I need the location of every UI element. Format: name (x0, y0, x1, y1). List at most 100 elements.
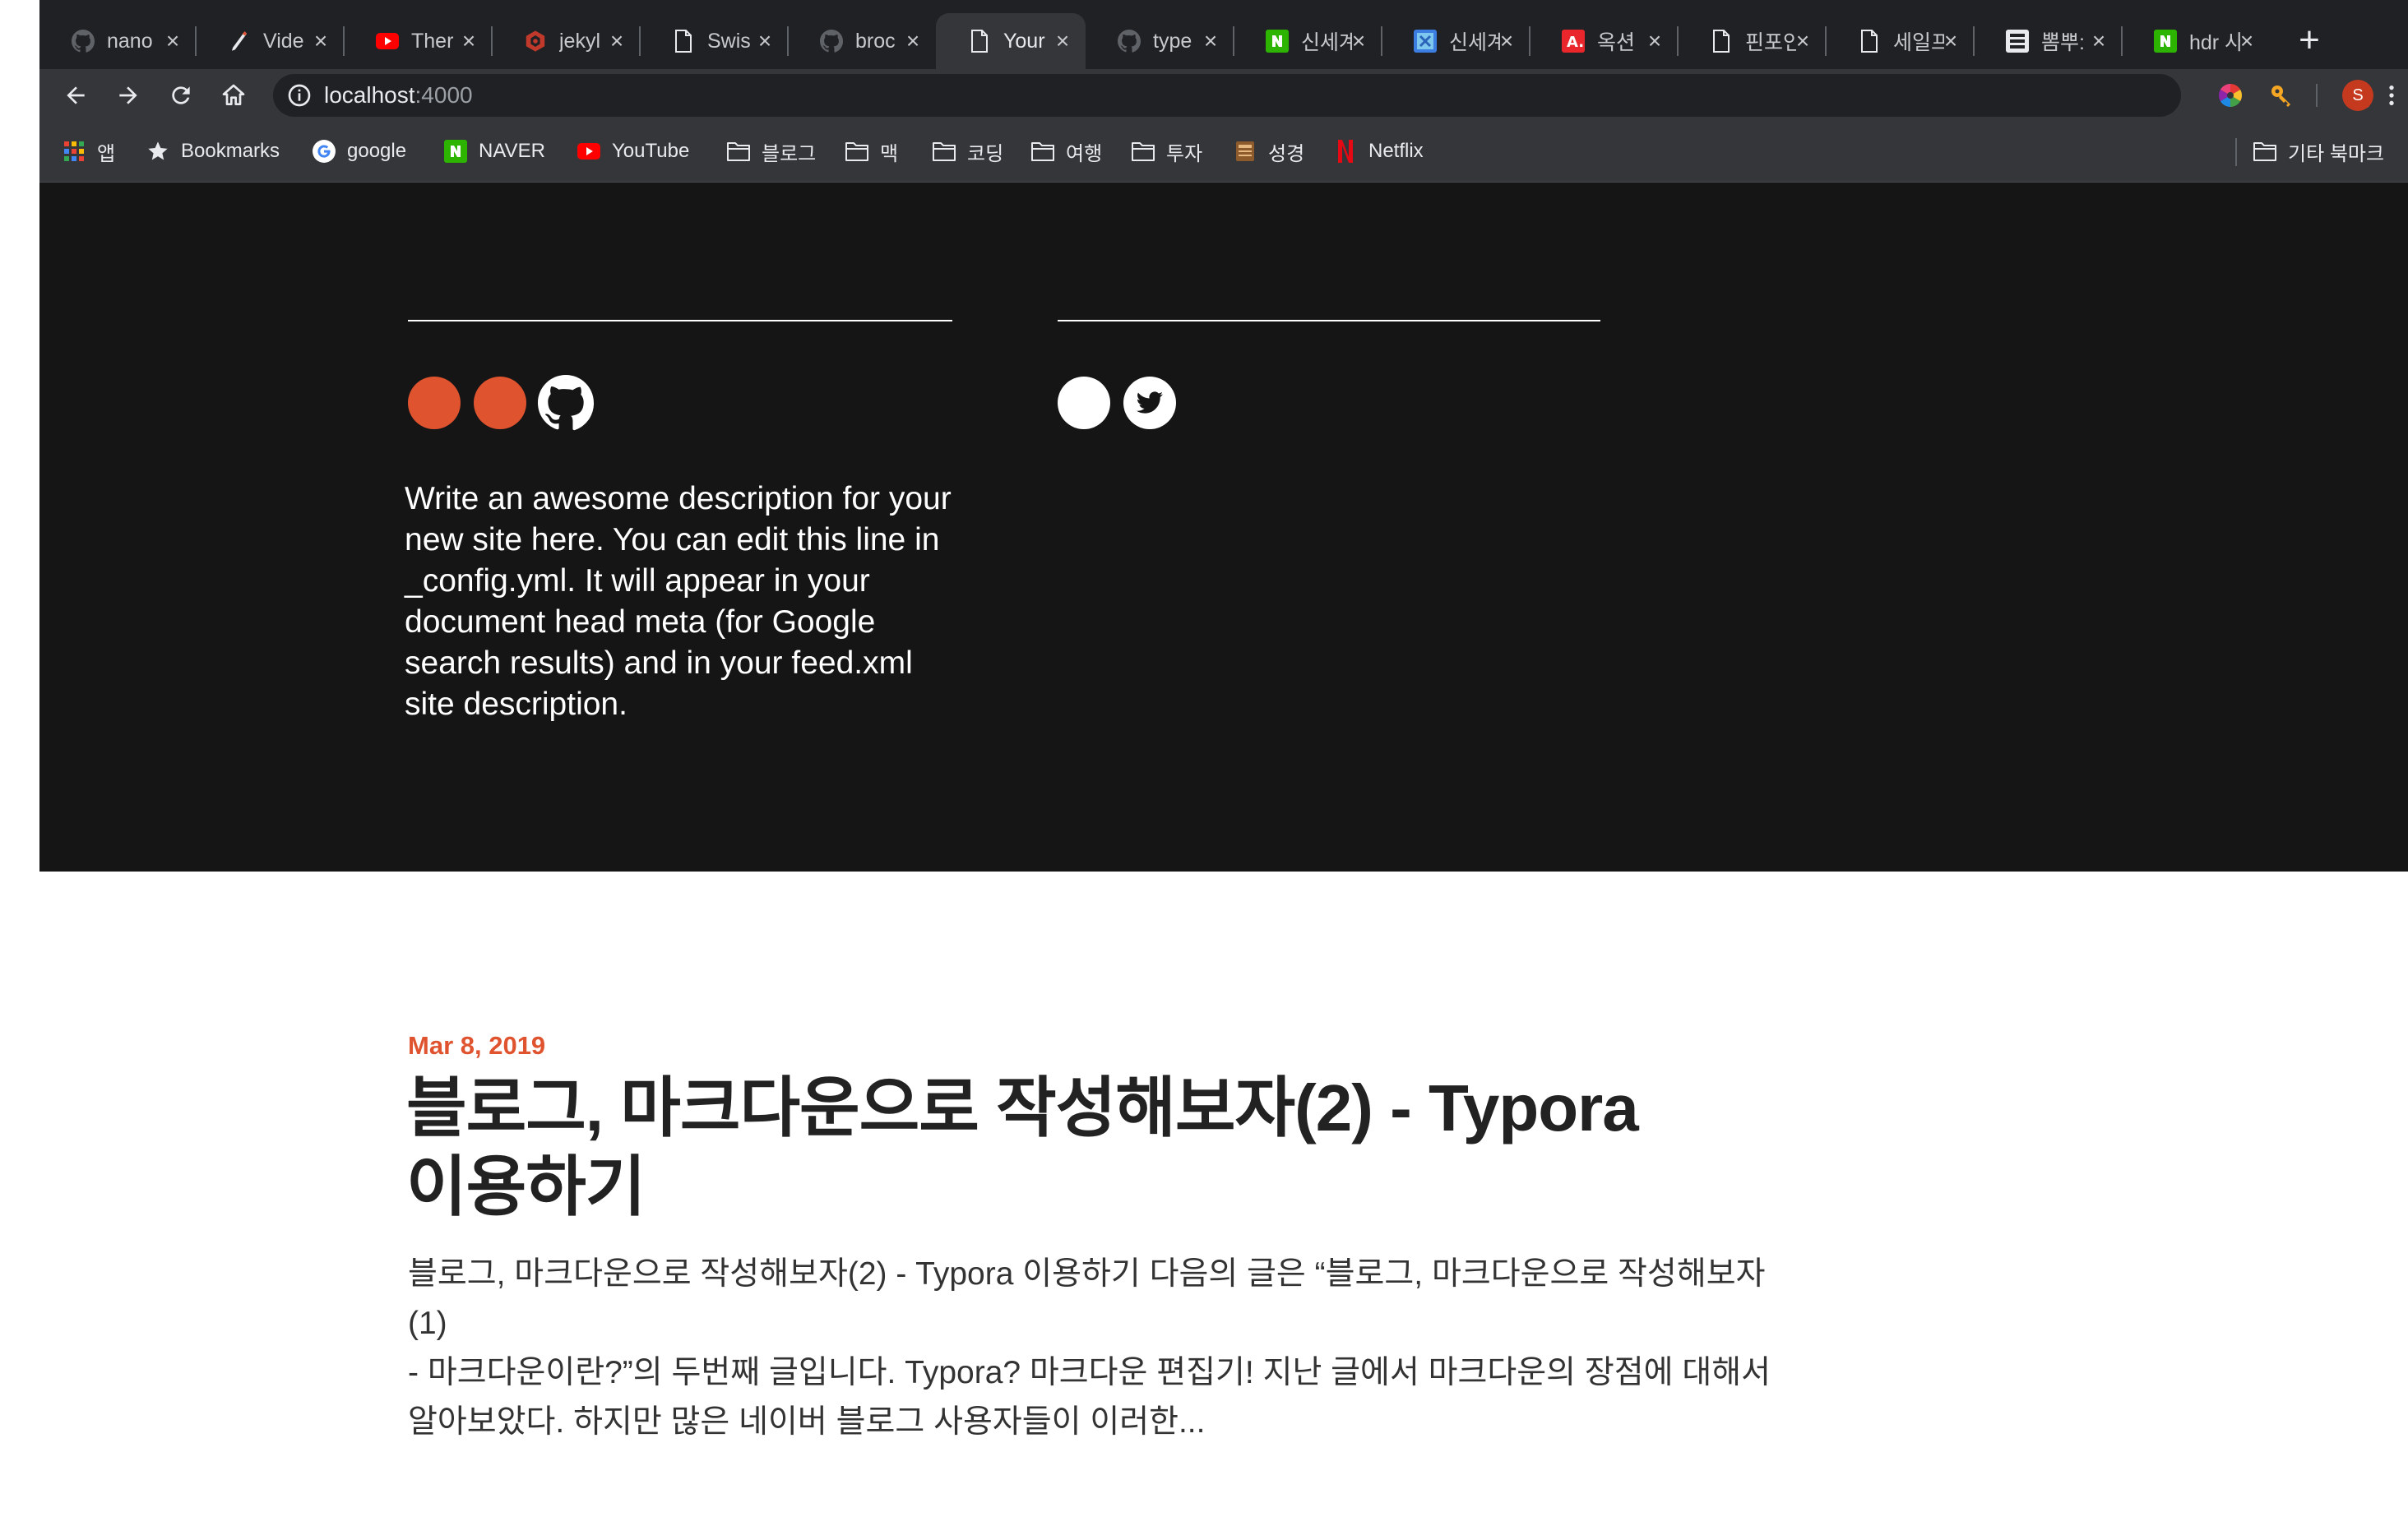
tab[interactable]: 신세계 × (1234, 13, 1382, 69)
url-port: :4000 (414, 82, 473, 108)
tab[interactable]: 신세계 × (1382, 13, 1530, 69)
jekyll-icon (523, 29, 548, 53)
tab-title: 뽐뿌: (2041, 31, 2085, 54)
header-rule-right (1058, 320, 1600, 321)
tab-title: 옥션 (1597, 31, 1636, 54)
bookmark-apps[interactable]: 앱 (61, 136, 115, 166)
menu-button[interactable] (2372, 76, 2408, 115)
close-icon[interactable]: × (1049, 28, 1076, 54)
bookmark-google[interactable]: google (311, 136, 406, 166)
home-button[interactable] (214, 76, 253, 115)
close-icon[interactable]: × (1493, 28, 1520, 54)
twitter-icon[interactable] (1123, 377, 1176, 429)
tab-active[interactable]: Your × (936, 13, 1086, 69)
tab[interactable]: nano × (39, 13, 197, 69)
close-icon[interactable]: × (160, 28, 186, 54)
tab[interactable]: Ther × (344, 13, 493, 69)
post-title[interactable]: 블로그, 마크다운으로 작성해보자(2) - Typora 이용하기 (406, 1069, 1722, 1227)
bookmark-folder-travel[interactable]: 여행 (1030, 136, 1102, 166)
close-icon[interactable]: × (900, 28, 926, 54)
tab-title: type (1153, 29, 1192, 53)
close-icon[interactable]: × (456, 28, 482, 54)
tab[interactable]: Vide × (196, 13, 345, 69)
url-host: localhost (324, 82, 415, 108)
address-bar[interactable]: localhost:4000 (273, 74, 2373, 117)
tab-title: broc (855, 29, 896, 53)
tab[interactable]: hdr 사 × (2122, 13, 2270, 69)
tab[interactable]: A. 옥션 × (1530, 13, 1679, 69)
color-extension-button[interactable] (2211, 76, 2250, 115)
bookmark-netflix[interactable]: Netflix (1332, 136, 1424, 166)
naver-icon (1265, 29, 1290, 53)
naver-icon (442, 138, 469, 164)
post-title-line[interactable]: 이용하기 (406, 1148, 1722, 1227)
site-description: Write an awesome description for your ne… (405, 481, 952, 722)
kebab-menu-icon (2389, 86, 2394, 105)
tab[interactable]: Swis × (640, 13, 789, 69)
tab[interactable]: 핀포인 × (1678, 13, 1827, 69)
site-header: Write an awesome description for your ne… (39, 183, 2408, 872)
folder-icon (1030, 138, 1056, 164)
github-icon (1117, 29, 1141, 53)
bookmark-folder-mac[interactable]: 맥 (844, 136, 898, 166)
close-icon[interactable]: × (1197, 28, 1224, 54)
social-link-icon[interactable] (408, 377, 461, 429)
close-icon[interactable]: × (1642, 28, 1668, 54)
netflix-icon (1332, 138, 1359, 164)
key-extension-button[interactable] (2262, 76, 2301, 115)
close-icon[interactable]: × (1790, 28, 1816, 54)
youtube-icon (375, 29, 400, 53)
bookmarks-bar: 앱 Bookmarks google NAVER YouTube 블로그 맥 코… (39, 122, 2408, 183)
bookmark-folder-invest[interactable]: 투자 (1130, 136, 1202, 166)
new-tab-button[interactable]: + (2289, 21, 2330, 62)
close-icon[interactable]: × (1938, 28, 1964, 54)
tab-title: Ther (411, 29, 454, 53)
apps-grid-icon (61, 138, 87, 164)
social-link-icon[interactable] (474, 377, 526, 429)
bookmarks-divider (2235, 138, 2237, 166)
bookmark-naver[interactable]: NAVER (442, 136, 545, 166)
close-icon[interactable]: × (308, 28, 334, 54)
bookmark-label: 앱 (97, 142, 116, 165)
bookmark-folder-blog[interactable]: 블로그 (725, 136, 816, 166)
social-link-icon[interactable] (1058, 377, 1110, 429)
tab-title: Vide (263, 29, 304, 53)
folder-icon (2252, 138, 2278, 164)
close-icon[interactable]: × (2086, 28, 2112, 54)
post-excerpt-line: - 마크다운이란?”의 두번째 글입니다. Typora? 마크다운 편집기! … (408, 1355, 1771, 1390)
bookmark-label: Bookmarks (181, 140, 280, 162)
forward-arrow-icon (119, 86, 137, 104)
toolbar-divider (2316, 84, 2318, 107)
url-text: localhost:4000 (324, 82, 473, 109)
tab-strip: nano × Vide × Ther × jekyl × Swis × broc… (39, 0, 2408, 69)
bookmark-folder-coding[interactable]: 코딩 (931, 136, 1003, 166)
other-bookmarks[interactable]: 기타 북마크 (2252, 136, 2384, 166)
close-icon[interactable]: × (2234, 28, 2260, 54)
ppomppu-icon (2005, 29, 2030, 53)
bookmark-bookmarks[interactable]: Bookmarks (145, 136, 280, 166)
reload-button[interactable] (161, 76, 201, 115)
back-button[interactable] (56, 76, 95, 115)
bookmark-label: Netflix (1368, 140, 1424, 162)
bookmark-youtube[interactable]: YouTube (576, 136, 689, 166)
svg-text:A.: A. (1567, 34, 1584, 51)
tab[interactable]: 뽐뿌: × (1974, 13, 2123, 69)
close-icon[interactable]: × (604, 28, 630, 54)
post-title-line[interactable]: 블로그, 마크다운으로 작성해보자(2) - Typora (406, 1069, 1722, 1148)
bookmark-bible[interactable]: 성경 (1232, 136, 1304, 166)
github-icon[interactable] (538, 375, 595, 431)
tab[interactable]: jekyl × (492, 13, 641, 69)
bookmark-label: 코딩 (967, 142, 1004, 165)
tab-title: jekyl (559, 29, 601, 53)
close-icon[interactable]: × (1345, 28, 1372, 54)
tab[interactable]: broc × (788, 13, 936, 69)
browser-chrome: nano × Vide × Ther × jekyl × Swis × broc… (39, 0, 2408, 183)
forward-button[interactable] (109, 76, 148, 115)
post-excerpt: 블로그, 마크다운으로 작성해보자(2) - Typora 이용하기 다음의 글… (408, 1250, 1790, 1447)
tab-title: 세일프 (1893, 31, 1944, 54)
tab[interactable]: 세일프 × (1826, 13, 1975, 69)
tab-title: Swis (707, 29, 751, 53)
info-icon[interactable] (286, 82, 313, 109)
tab[interactable]: type × (1086, 13, 1234, 69)
close-icon[interactable]: × (752, 28, 778, 54)
